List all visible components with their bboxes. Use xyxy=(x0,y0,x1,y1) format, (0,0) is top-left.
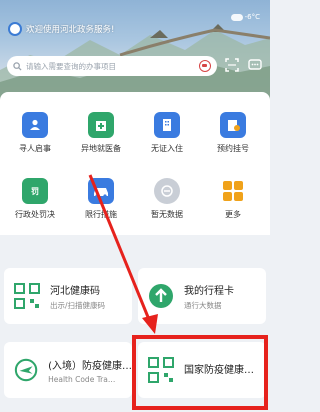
voice-search-icon[interactable] xyxy=(199,60,211,72)
cloud-icon xyxy=(230,13,243,21)
grid-item-label: 暂无数据 xyxy=(151,210,183,219)
annotation-highlight-box xyxy=(132,335,268,410)
grid-item-no-data[interactable]: 暂无数据 xyxy=(136,178,198,220)
grid-item-label: 限行措施 xyxy=(85,210,117,219)
grid-item-more[interactable]: 更多 xyxy=(202,178,264,220)
grid-item-label: 异地就医备 xyxy=(81,144,121,153)
grid-item-appointment[interactable]: 预约挂号 xyxy=(202,112,264,154)
car-icon xyxy=(88,178,114,204)
greeting-text: 欢迎使用河北政务服务! xyxy=(26,25,115,35)
grid-item-remote-medical[interactable]: 异地就医备 xyxy=(70,112,132,154)
card-title: 河北健康码 xyxy=(50,285,100,297)
weather-widget[interactable]: -6°C xyxy=(230,13,260,21)
great-wall-background xyxy=(0,24,270,100)
clinic-icon xyxy=(220,112,246,138)
itinerary-card[interactable]: 我的行程卡 通行大数据 xyxy=(138,268,266,324)
card-subtitle: 通行大数据 xyxy=(184,300,222,310)
penalty-icon: 罚 xyxy=(22,178,48,204)
temperature-text: -6°C xyxy=(244,13,260,21)
grid-item-label: 行政处罚决 xyxy=(15,210,55,219)
search-icon xyxy=(13,61,22,71)
grid-item-penalty[interactable]: 罚 行政处罚决 xyxy=(4,178,66,220)
grid-item-traffic-limit[interactable]: 限行措施 xyxy=(70,178,132,220)
grid-item-label: 更多 xyxy=(225,210,241,219)
card-subtitle: 出示/扫描健康码 xyxy=(50,300,106,310)
app-logo-icon xyxy=(8,22,22,36)
hospital-icon xyxy=(88,112,114,138)
arrow-up-circle-icon xyxy=(149,284,173,308)
grid-item-label: 预约挂号 xyxy=(217,144,249,153)
empty-icon xyxy=(154,178,180,204)
more-grid-icon xyxy=(220,178,246,204)
qr-code-icon xyxy=(14,283,40,309)
health-code-card[interactable]: 河北健康码 出示/扫描健康码 xyxy=(4,268,132,324)
header-banner: 欢迎使用河北政务服务! -6°C xyxy=(0,0,270,100)
person-card-icon xyxy=(22,112,48,138)
grid-item-label: 寻人启事 xyxy=(19,144,51,153)
entry-health-code-card[interactable]: (入境）防疫健康… Health Code Tra… xyxy=(4,342,132,398)
search-input[interactable]: 请输入需要查询的办事项目 xyxy=(26,61,199,72)
card-title: 我的行程卡 xyxy=(184,285,234,297)
message-icon[interactable] xyxy=(247,58,263,74)
card-subtitle: Health Code Tra… xyxy=(48,374,116,384)
grid-item-checkin[interactable]: 无证入住 xyxy=(136,112,198,154)
grid-item-label: 无证入住 xyxy=(151,144,183,153)
plane-circle-icon xyxy=(14,358,38,382)
grid-item-missing-person[interactable]: 寻人启事 xyxy=(4,112,66,154)
search-bar[interactable]: 请输入需要查询的办事项目 xyxy=(7,56,217,76)
building-icon xyxy=(154,112,180,138)
services-grid: 寻人启事 异地就医备 无证入住 预约挂号 罚 行政处罚决 限行措施 暂无数据 更… xyxy=(0,92,270,235)
scan-icon[interactable] xyxy=(224,58,240,74)
card-title: (入境）防疫健康… xyxy=(48,360,132,372)
